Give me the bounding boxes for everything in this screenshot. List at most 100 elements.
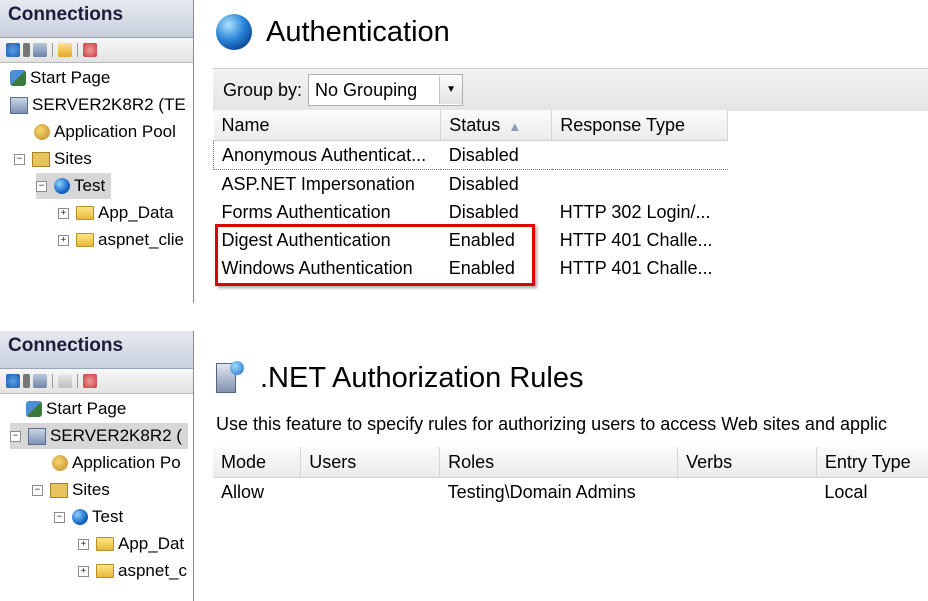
sites-icon	[32, 151, 50, 167]
group-by-select[interactable]: No Grouping ▼	[308, 74, 464, 106]
cell-roles: Testing\Domain Admins	[447, 481, 636, 502]
tree-item-label: aspnet_c	[118, 561, 187, 580]
tree-item-label: Application Pool	[54, 122, 176, 141]
sort-ascending-icon: ▲	[508, 118, 522, 134]
folder-icon	[96, 564, 114, 578]
app-pools-icon	[34, 124, 50, 140]
toolbar-separator	[52, 374, 53, 388]
cell-status: Disabled	[448, 173, 519, 194]
save-icon[interactable]	[33, 374, 47, 388]
tree-item-label: Start Page	[30, 68, 111, 87]
table-row[interactable]: Allow Testing\Domain Admins Local	[213, 478, 928, 507]
connect-icon[interactable]	[6, 374, 20, 388]
tree-item-label: Test	[92, 507, 124, 526]
column-header-name[interactable]: Name	[213, 110, 442, 141]
dropdown-arrow-icon[interactable]	[23, 374, 30, 388]
column-header-status[interactable]: Status ▲	[440, 110, 553, 141]
tree-item-aspnet-client[interactable]: + aspnet_c	[78, 558, 187, 584]
tree-item-test[interactable]: − Test	[36, 173, 112, 199]
connections-header: Connections	[0, 0, 193, 38]
expand-icon[interactable]: +	[78, 565, 89, 577]
feature-header: .NET Authorization Rules	[216, 361, 583, 395]
connections-pane: Connections Start Page − SERVER2K8R2 ( A…	[0, 331, 194, 601]
feature-view: Authentication Group by: No Grouping ▼ N…	[200, 0, 928, 303]
tree-item-aspnet-client[interactable]: + aspnet_clie	[58, 227, 184, 253]
tree-item-label: Test	[74, 176, 106, 195]
group-by-bar: Group by: No Grouping ▼	[213, 68, 928, 111]
tree-item-sites[interactable]: − Sites	[14, 146, 92, 172]
tree-item-label: SERVER2K8R2 (TE	[32, 95, 186, 114]
feature-header: Authentication	[216, 14, 450, 50]
disconnect-icon[interactable]	[83, 374, 97, 388]
up-level-icon[interactable]	[58, 374, 72, 388]
dropdown-arrow-icon[interactable]	[23, 43, 30, 57]
expand-icon[interactable]: +	[78, 538, 89, 550]
cell-name: ASP.NET Impersonation	[221, 173, 415, 194]
column-header-entry-type[interactable]: Entry Type	[816, 447, 928, 478]
table-row[interactable]: Windows Authentication Enabled HTTP 401 …	[214, 254, 728, 282]
cell-name: Windows Authentication	[221, 257, 413, 278]
collapse-icon[interactable]: −	[54, 511, 65, 523]
authorization-rules-screen: Connections Start Page − SERVER2K8R2 ( A…	[0, 331, 928, 601]
tree-item-server[interactable]: − SERVER2K8R2 (	[10, 423, 188, 449]
cell-status: Enabled	[448, 257, 515, 278]
cell-response-type: HTTP 302 Login/...	[559, 201, 711, 222]
save-icon[interactable]	[33, 43, 47, 57]
cell-status: Disabled	[440, 140, 552, 170]
cell-status: Disabled	[448, 201, 519, 222]
collapse-icon[interactable]: −	[32, 484, 43, 496]
connect-icon[interactable]	[6, 43, 20, 57]
folder-icon	[76, 206, 94, 220]
tree-item-application-pools[interactable]: Application Pool	[34, 119, 176, 145]
tree-item-app-data[interactable]: + App_Data	[58, 200, 174, 226]
table-row[interactable]: ASP.NET Impersonation Disabled	[214, 170, 728, 199]
cell-mode: Allow	[221, 481, 265, 502]
toolbar-separator	[77, 43, 78, 57]
chevron-down-icon[interactable]: ▼	[439, 76, 463, 104]
connections-pane: Connections Start Page SERVER2K8R2 (TE A…	[0, 0, 194, 303]
tree-item-label: Application Po	[72, 453, 181, 472]
tree-item-label: Sites	[72, 480, 110, 499]
expand-icon[interactable]: +	[58, 234, 69, 246]
tree-item-sites[interactable]: − Sites	[32, 477, 110, 503]
tree-item-server[interactable]: SERVER2K8R2 (TE	[10, 92, 186, 118]
toolbar-separator	[77, 374, 78, 388]
connections-header: Connections	[0, 331, 193, 369]
page-title: Authentication	[266, 15, 450, 48]
authentication-screen: Connections Start Page SERVER2K8R2 (TE A…	[0, 0, 928, 303]
cell-response-type: HTTP 401 Challe...	[559, 229, 713, 250]
column-header-roles[interactable]: Roles	[439, 447, 679, 478]
tree-item-app-data[interactable]: + App_Dat	[78, 531, 184, 557]
table-row[interactable]: Forms Authentication Disabled HTTP 302 L…	[214, 198, 728, 226]
column-header-verbs[interactable]: Verbs	[677, 447, 817, 478]
cell-name: Forms Authentication	[221, 201, 391, 222]
column-header-response-type[interactable]: Response Type	[551, 110, 728, 141]
tree-item-label: App_Data	[98, 203, 174, 222]
globe-icon	[54, 178, 70, 194]
column-header-users[interactable]: Users	[300, 447, 441, 478]
authentication-globe-icon	[216, 14, 252, 50]
disconnect-icon[interactable]	[83, 43, 97, 57]
folder-icon	[96, 537, 114, 551]
collapse-icon[interactable]: −	[10, 430, 21, 442]
collapse-icon[interactable]: −	[14, 153, 25, 165]
connections-toolbar	[0, 38, 193, 63]
tree-item-start-page[interactable]: Start Page	[26, 396, 126, 422]
expand-icon[interactable]: +	[58, 207, 69, 219]
tree-item-label: Start Page	[46, 399, 127, 418]
column-header-mode[interactable]: Mode	[213, 447, 302, 478]
table-row[interactable]: Anonymous Authenticat... Disabled	[212, 140, 728, 170]
cell-response-type	[551, 140, 728, 170]
tree-item-label: App_Dat	[118, 534, 185, 553]
tree-item-label: SERVER2K8R2 (	[50, 426, 182, 445]
authentication-table: Name Status ▲ Response Type Anonymous Aut…	[212, 110, 728, 282]
tree-item-application-pools[interactable]: Application Po	[52, 450, 181, 476]
tree-item-start-page[interactable]: Start Page	[10, 65, 110, 91]
server-icon	[28, 427, 46, 445]
table-row[interactable]: Digest Authentication Enabled HTTP 401 C…	[214, 226, 728, 254]
up-level-icon[interactable]	[58, 43, 72, 57]
tree-item-test[interactable]: − Test	[54, 504, 123, 530]
feature-view: .NET Authorization Rules Use this featur…	[200, 331, 928, 601]
collapse-icon[interactable]: −	[36, 180, 47, 192]
authorization-rules-table: Mode Users Roles Verbs Entry Type Allow …	[213, 447, 928, 506]
